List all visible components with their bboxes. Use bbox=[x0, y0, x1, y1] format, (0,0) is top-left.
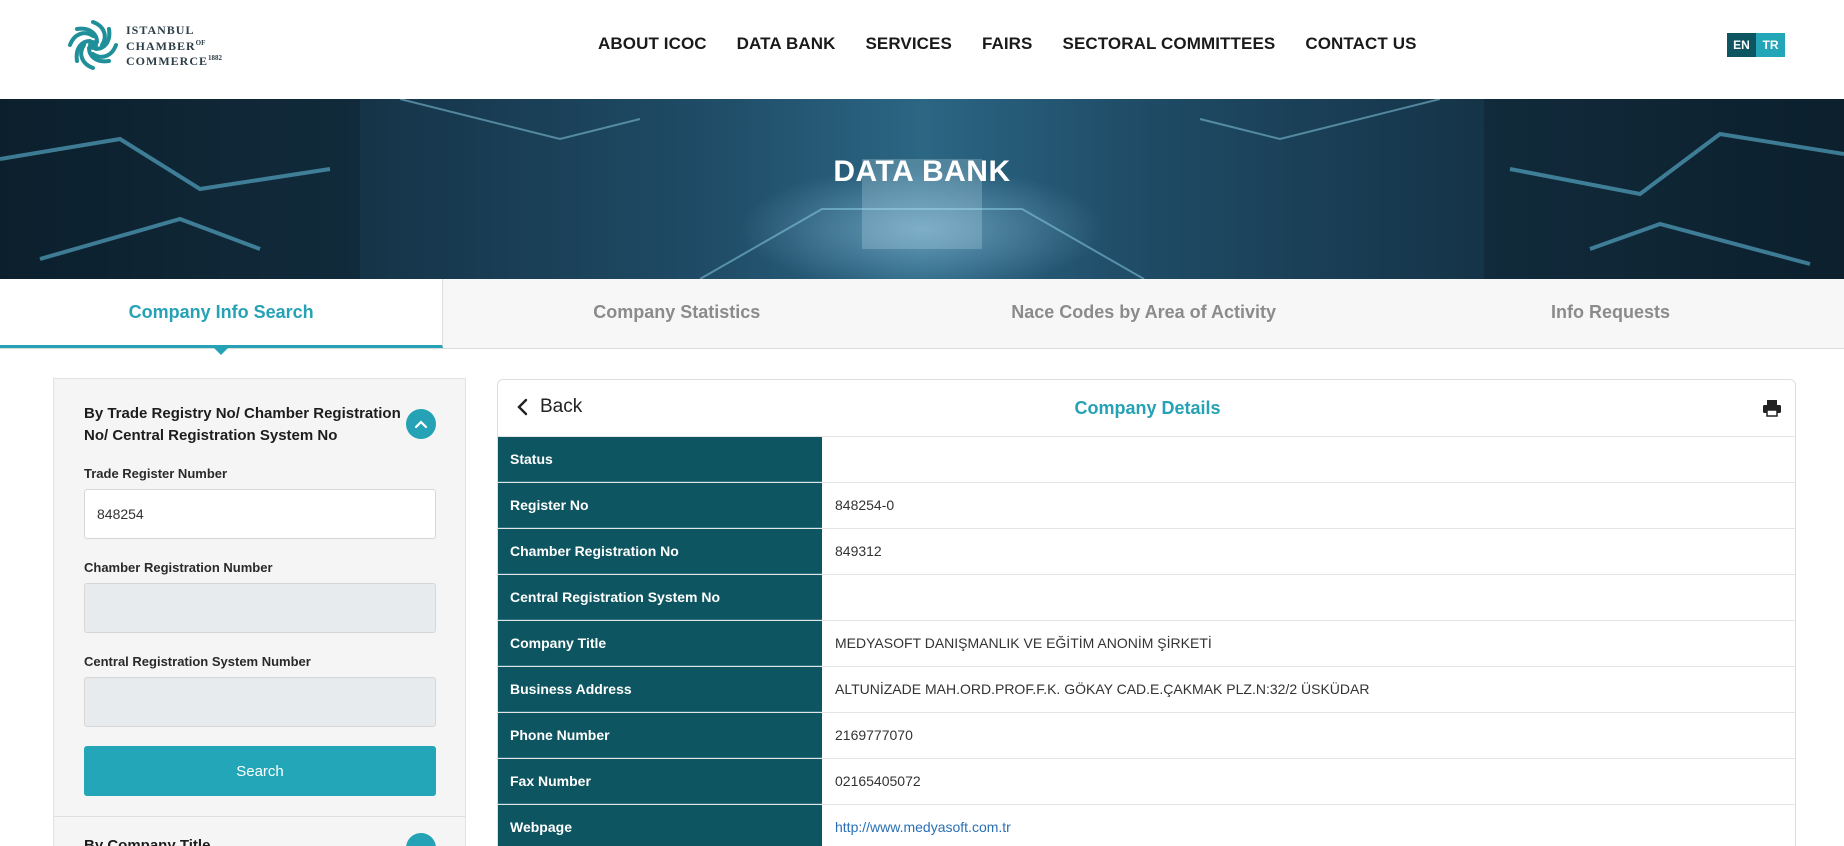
details-table: Status Register No 848254-0 Chamber Regi… bbox=[498, 437, 1795, 846]
hero-banner: DATA BANK bbox=[0, 99, 1844, 279]
tab-nace-codes[interactable]: Nace Codes by Area of Activity bbox=[910, 279, 1377, 348]
tab-company-info-search[interactable]: Company Info Search bbox=[0, 279, 444, 355]
nav-contact-us[interactable]: CONTACT US bbox=[1305, 34, 1416, 54]
row-key: Register No bbox=[498, 483, 822, 528]
row-key: Phone Number bbox=[498, 713, 822, 758]
collapse-section-button[interactable] bbox=[406, 409, 436, 439]
row-key: Business Address bbox=[498, 667, 822, 712]
logo-emblem-icon bbox=[68, 20, 118, 70]
nav-sectoral-committees[interactable]: SECTORAL COMMITTEES bbox=[1063, 34, 1276, 54]
table-row: Business Address ALTUNİZADE MAH.ORD.PROF… bbox=[498, 667, 1795, 713]
row-key: Company Title bbox=[498, 621, 822, 666]
chamber-registration-label: Chamber Registration Number bbox=[84, 560, 273, 575]
row-key: Fax Number bbox=[498, 759, 822, 804]
row-value: MEDYASOFT DANIŞMANLIK VE EĞİTİM ANONİM Ş… bbox=[835, 635, 1212, 651]
lang-tr-button[interactable]: TR bbox=[1756, 33, 1785, 57]
tab-company-statistics[interactable]: Company Statistics bbox=[443, 279, 910, 348]
trade-register-label: Trade Register Number bbox=[84, 466, 228, 481]
row-value: 848254-0 bbox=[835, 497, 895, 513]
logo-wordmark: ISTANBUL CHAMBEROF COMMERCE1882 bbox=[126, 23, 222, 68]
row-value: 02165405072 bbox=[835, 773, 921, 789]
central-registration-label: Central Registration System Number bbox=[84, 654, 311, 669]
nav-about-icoc[interactable]: ABOUT ICOC bbox=[598, 34, 707, 54]
table-row: Webpage http://www.medyasoft.com.tr bbox=[498, 805, 1795, 846]
row-key: Status bbox=[498, 437, 822, 482]
main-nav: ABOUT ICOC DATA BANK SERVICES FAIRS SECT… bbox=[598, 34, 1447, 54]
row-value: ALTUNİZADE MAH.ORD.PROF.F.K. GÖKAY CAD.E… bbox=[835, 681, 1370, 697]
site-header: ISTANBUL CHAMBEROF COMMERCE1882 ABOUT IC… bbox=[0, 0, 1844, 99]
row-key: Chamber Registration No bbox=[498, 529, 822, 574]
hero-background-graphic bbox=[0, 99, 1844, 279]
table-row: Status bbox=[498, 437, 1795, 483]
company-title-section-title[interactable]: By Company Title bbox=[84, 837, 210, 846]
central-registration-input[interactable] bbox=[84, 677, 436, 727]
section-divider bbox=[54, 816, 465, 817]
row-value bbox=[822, 437, 1795, 482]
search-panel: By Trade Registry No/ Chamber Registrati… bbox=[53, 378, 466, 846]
lang-en-button[interactable]: EN bbox=[1727, 33, 1756, 57]
table-row: Company Title MEDYASOFT DANIŞMANLIK VE E… bbox=[498, 621, 1795, 667]
card-header: Back Company Details bbox=[498, 380, 1795, 437]
row-key: Central Registration System No bbox=[498, 575, 822, 620]
table-row: Register No 848254-0 bbox=[498, 483, 1795, 529]
hero-title: DATA BANK bbox=[833, 155, 1011, 188]
table-row: Chamber Registration No 849312 bbox=[498, 529, 1795, 575]
table-row: Fax Number 02165405072 bbox=[498, 759, 1795, 805]
search-button[interactable]: Search bbox=[84, 746, 436, 796]
search-section-title[interactable]: By Trade Registry No/ Chamber Registrati… bbox=[84, 403, 424, 447]
row-key: Webpage bbox=[498, 805, 822, 846]
chamber-registration-input[interactable] bbox=[84, 583, 436, 633]
tab-label: Nace Codes by Area of Activity bbox=[1011, 302, 1277, 322]
nav-services[interactable]: SERVICES bbox=[865, 34, 951, 54]
tab-label: Company Statistics bbox=[593, 302, 761, 322]
data-bank-tabs: Company Info Search Company Statistics N… bbox=[0, 279, 1844, 355]
webpage-link[interactable]: http://www.medyasoft.com.tr bbox=[822, 805, 1795, 846]
tab-info-requests[interactable]: Info Requests bbox=[1377, 279, 1844, 348]
print-icon[interactable] bbox=[1762, 399, 1782, 417]
tab-label: Company Info Search bbox=[128, 302, 314, 322]
chevron-up-icon bbox=[414, 420, 428, 429]
nav-data-bank[interactable]: DATA BANK bbox=[737, 34, 836, 54]
table-row: Central Registration System No bbox=[498, 575, 1795, 621]
expand-section-button[interactable] bbox=[406, 833, 436, 846]
row-value: 2169777070 bbox=[835, 727, 913, 743]
nav-fairs[interactable]: FAIRS bbox=[982, 34, 1033, 54]
row-value: 849312 bbox=[835, 543, 882, 559]
tab-label: Info Requests bbox=[1551, 302, 1671, 322]
active-tab-caret-icon bbox=[214, 348, 228, 355]
icoc-logo[interactable]: ISTANBUL CHAMBEROF COMMERCE1882 bbox=[64, 16, 234, 76]
card-title: Company Details bbox=[1074, 398, 1221, 418]
company-details-card: Back Company Details Status Register No … bbox=[497, 379, 1796, 846]
trade-register-input[interactable] bbox=[84, 489, 436, 539]
table-row: Phone Number 2169777070 bbox=[498, 713, 1795, 759]
language-switcher: EN TR bbox=[1727, 33, 1785, 57]
row-value bbox=[822, 575, 1795, 620]
